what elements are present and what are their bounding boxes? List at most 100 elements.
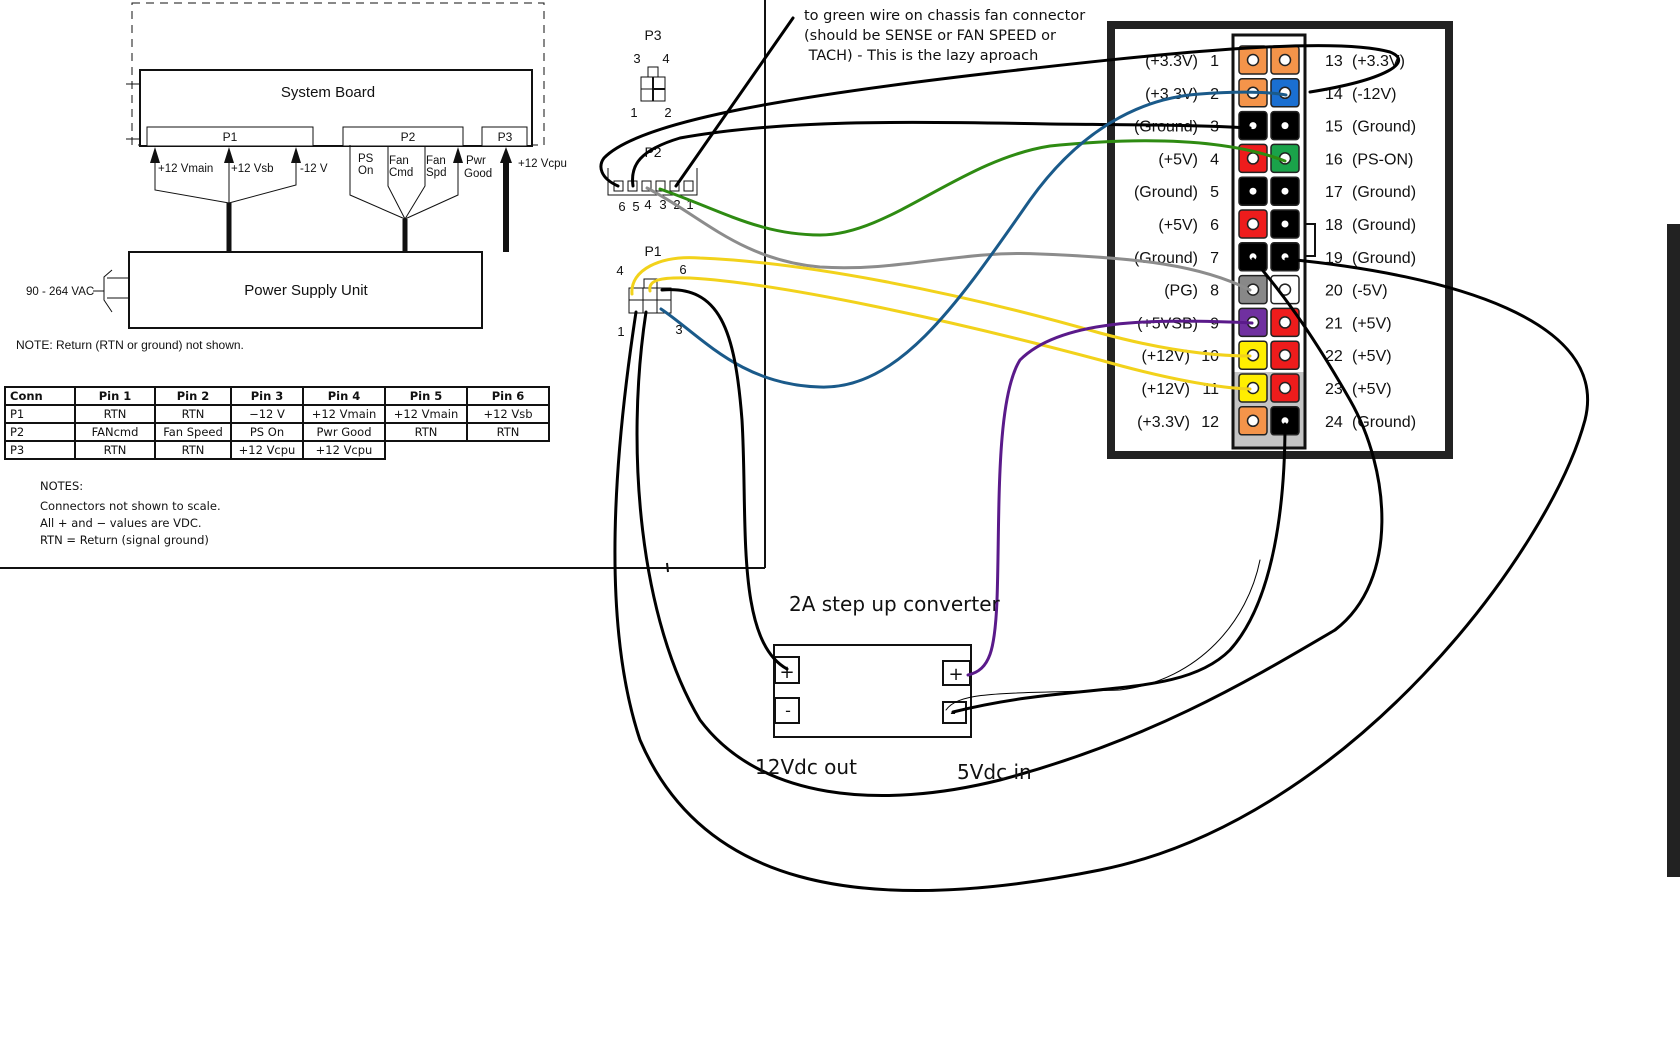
atx-pin-name: (+5V) bbox=[1352, 381, 1392, 398]
scrollbar-edge bbox=[1667, 224, 1680, 877]
p2-connector-view: P2 6 5 4 3 2 1 bbox=[607, 144, 698, 214]
board-connector-p3-label: P3 bbox=[498, 130, 513, 144]
p1-pin-label: 6 bbox=[679, 262, 686, 277]
atx-pin-number: 20 bbox=[1325, 283, 1343, 300]
table-cell: RTN bbox=[384, 422, 468, 442]
atx-pin-name: (+5VSB) bbox=[1137, 315, 1198, 332]
atx-pin-name: (+12V) bbox=[1142, 381, 1190, 398]
atx-pin-number: 7 bbox=[1210, 250, 1219, 267]
p1-pin-label: 4 bbox=[616, 263, 623, 278]
chassis-fan-annotation: to green wire on chassis fan connector (… bbox=[804, 6, 1085, 66]
arrow-icon bbox=[291, 147, 301, 163]
table-cell: P3 bbox=[4, 440, 76, 460]
table-row: P1 RTN RTN −12 V +12 Vmain +12 Vmain +12… bbox=[4, 404, 550, 424]
p2-pin-label: 5 bbox=[632, 199, 639, 214]
arrow-icon bbox=[500, 147, 512, 163]
atx-pin-name: (Ground) bbox=[1352, 217, 1416, 234]
signal-label-fan-spd: Spd bbox=[426, 167, 446, 179]
atx-pin-name: (Ground) bbox=[1134, 184, 1198, 201]
atx-pin-name: (+3.3V) bbox=[1137, 414, 1190, 431]
atx-pin-7 bbox=[1238, 242, 1268, 272]
psu-label: Power Supply Unit bbox=[244, 282, 368, 299]
table-cell: P2 bbox=[4, 422, 76, 442]
converter-out-minus-label: - bbox=[785, 701, 791, 720]
atx-pin-name: (+5V) bbox=[1352, 315, 1392, 332]
atx-pin-number: 10 bbox=[1201, 348, 1219, 365]
column-header: Pin 5 bbox=[384, 386, 468, 406]
frame-tick bbox=[666, 562, 669, 573]
signal-label-ps-on: On bbox=[358, 165, 373, 177]
arrow-icon bbox=[224, 147, 234, 163]
annotation-line: to green wire on chassis fan connector bbox=[804, 8, 1086, 24]
table-cell: P1 bbox=[4, 404, 76, 424]
table-cell: −12 V bbox=[230, 404, 304, 424]
wire-black-atx-pin24-to-converter-in-minus bbox=[951, 422, 1287, 714]
ac-input-label: 90 - 264 VAC bbox=[26, 286, 94, 298]
p3-pin-label: 4 bbox=[662, 51, 669, 66]
table-cell: +12 Vmain bbox=[384, 404, 468, 424]
signal-label-fan-cmd: Fan bbox=[389, 155, 409, 167]
p2-pin-label: 6 bbox=[618, 199, 625, 214]
table-cell: Fan Speed bbox=[154, 422, 232, 442]
atx-pin-name: (Ground) bbox=[1352, 119, 1416, 136]
column-header: Pin 6 bbox=[466, 386, 550, 406]
table-cell: PS On bbox=[230, 422, 304, 442]
table-cell: RTN bbox=[154, 404, 232, 424]
atx-pin-12 bbox=[1238, 406, 1268, 436]
atx-pin-number: 17 bbox=[1325, 184, 1343, 201]
converter-box bbox=[773, 644, 972, 738]
table-cell: RTN bbox=[74, 404, 156, 424]
converter-in-plus-label: + bbox=[948, 664, 963, 685]
atx-pin-number: 12 bbox=[1201, 414, 1219, 431]
table-cell: RTN bbox=[466, 422, 550, 442]
p3-pin-label: 3 bbox=[633, 51, 640, 66]
p1-pin-label: 1 bbox=[617, 324, 624, 339]
atx-pin-13 bbox=[1270, 45, 1300, 75]
table-cell: FANcmd bbox=[74, 422, 156, 442]
step-up-converter: + - + - bbox=[773, 644, 972, 738]
atx-pin-19 bbox=[1270, 242, 1300, 272]
converter-output-label: 12Vdc out bbox=[755, 755, 857, 779]
table-cell: +12 Vmain bbox=[302, 404, 386, 424]
atx-pin-number: 15 bbox=[1325, 119, 1343, 136]
atx-pin-name: (+5V) bbox=[1158, 217, 1198, 234]
atx-pin-number: 13 bbox=[1325, 53, 1343, 70]
column-header: Pin 2 bbox=[154, 386, 232, 406]
atx-pin-number: 5 bbox=[1210, 184, 1219, 201]
p3-pin-label: 1 bbox=[630, 105, 637, 120]
signal-label-pwr-good: Good bbox=[464, 168, 492, 180]
p3-view-label: P3 bbox=[644, 27, 661, 43]
board-connector-p2-label: P2 bbox=[401, 130, 416, 144]
note-line: All + and − values are VDC. bbox=[40, 516, 202, 530]
table-row: P3 RTN RTN +12 Vcpu +12 Vcpu bbox=[4, 440, 549, 460]
table-cell: RTN bbox=[74, 440, 156, 460]
note-line: RTN = Return (signal ground) bbox=[40, 533, 209, 547]
column-header: Pin 4 bbox=[302, 386, 386, 406]
table-cell: +12 Vcpu bbox=[230, 440, 304, 460]
atx-pin-number: 8 bbox=[1210, 283, 1219, 300]
atx-pin-17 bbox=[1270, 176, 1300, 206]
annotation-line: TACH) - This is the lazy aproach bbox=[804, 48, 1039, 64]
atx-pin-number: 21 bbox=[1325, 315, 1343, 332]
annotation-line: (should be SENSE or FAN SPEED or bbox=[804, 28, 1056, 44]
p3-connector-view: P3 3 4 1 2 bbox=[630, 27, 671, 120]
atx-pin-23 bbox=[1270, 373, 1300, 403]
atx-pin-name: (Ground) bbox=[1352, 250, 1416, 267]
atx-pin-name: (+5V) bbox=[1158, 151, 1198, 168]
atx-pin-name: (-12V) bbox=[1352, 86, 1396, 103]
arrow-icon bbox=[453, 147, 463, 163]
system-board-label: System Board bbox=[281, 84, 375, 101]
signal-label-pwr-good: Pwr bbox=[466, 155, 486, 167]
p3-pin-label: 2 bbox=[664, 105, 671, 120]
atx-pin-name: (+5V) bbox=[1352, 348, 1392, 365]
atx-pin-3 bbox=[1238, 110, 1268, 141]
column-header: Pin 1 bbox=[74, 386, 156, 406]
atx-pin-1 bbox=[1238, 45, 1268, 75]
table-row: P2 FANcmd Fan Speed PS On Pwr Good RTN R… bbox=[4, 422, 550, 442]
atx-pin-5 bbox=[1238, 176, 1268, 206]
pin-assignment-table: Conn Pin 1 Pin 2 Pin 3 Pin 4 Pin 5 Pin 6… bbox=[4, 386, 550, 460]
atx-pin-18 bbox=[1270, 209, 1300, 239]
atx-pin-6 bbox=[1238, 209, 1268, 239]
atx-pin-22 bbox=[1270, 340, 1300, 370]
converter-title: 2A step up converter bbox=[789, 592, 1000, 616]
